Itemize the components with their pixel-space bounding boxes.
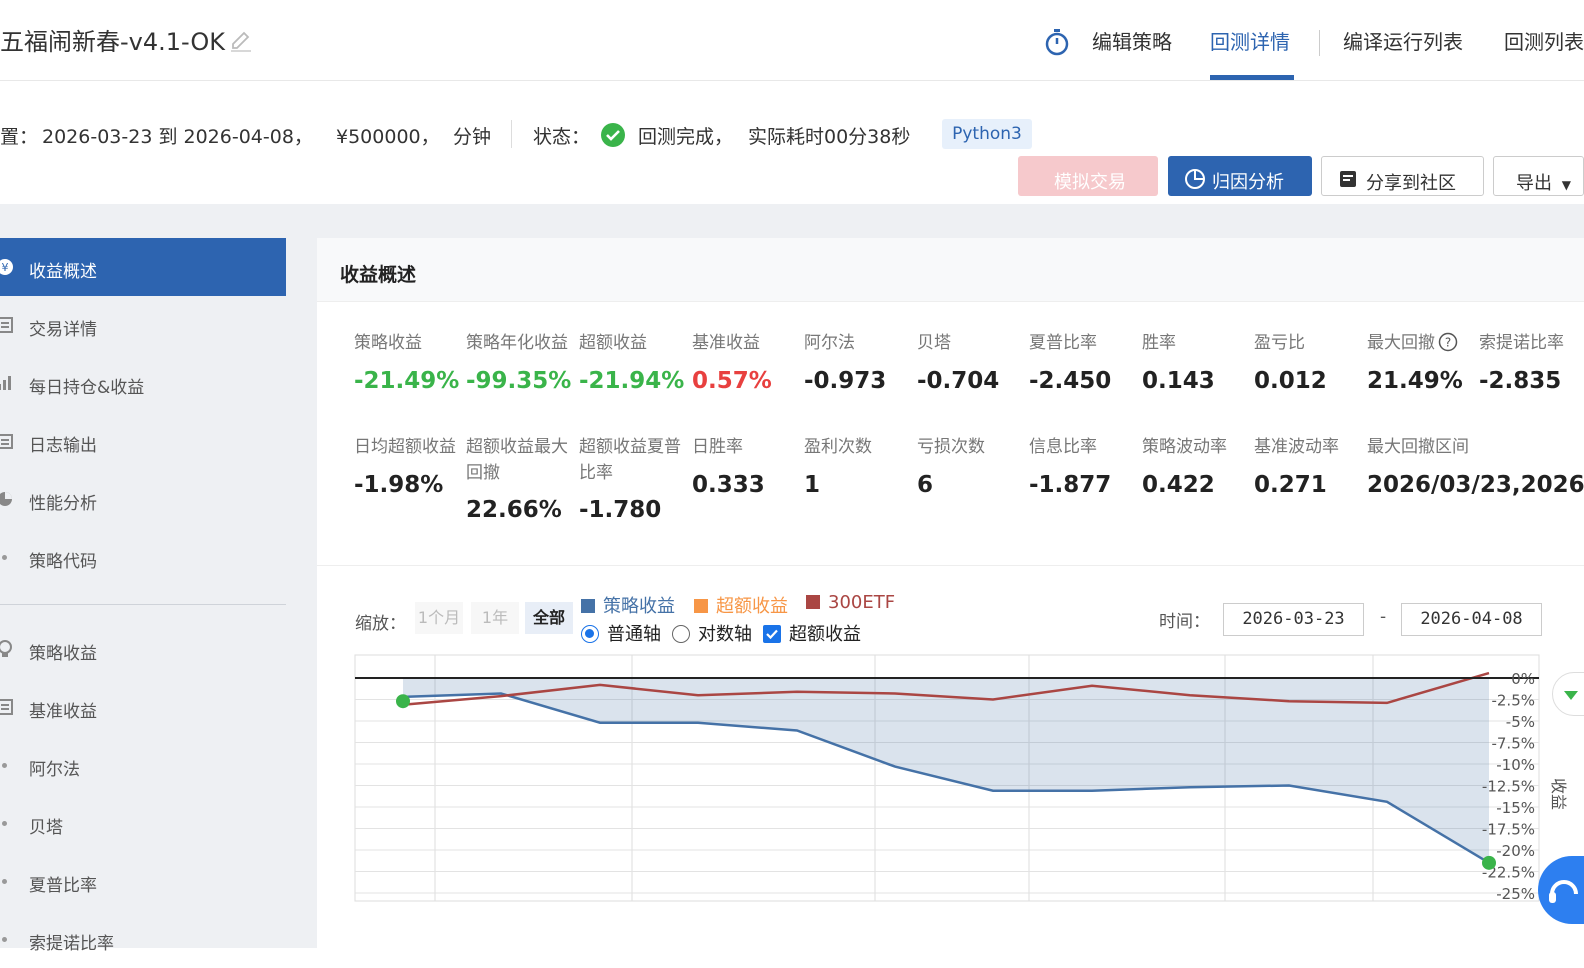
list-icon (0, 317, 13, 333)
share-label: 分享到社区 (1366, 173, 1456, 194)
y-tick-label: -5% (1506, 713, 1535, 731)
sidebar-item-log-output[interactable]: 日志输出 (0, 412, 286, 470)
backtest-config-row: 置： 2026-03-23 到 2026-04-08， ¥500000， 分钟 … (0, 82, 1584, 204)
yen-icon: ¥ (0, 259, 13, 275)
bullet-icon (2, 879, 7, 884)
calendar-icon (0, 434, 13, 449)
sidebar-item-label: 日志输出 (29, 436, 97, 456)
bulb-icon (0, 640, 12, 657)
y-tick-label: -17.5% (1482, 821, 1535, 839)
overview-panel: 收益概述 策略收益 -21.49% 策略年化收益 -99.35% 超额收益 -2… (317, 238, 1584, 948)
end-point-marker (1482, 855, 1496, 870)
sidebar-item-code[interactable]: 策略代码 (0, 528, 286, 586)
config-capital: ¥500000， (336, 126, 440, 148)
sidebar-item-performance[interactable]: 性能分析 (0, 470, 286, 528)
pie-chart-icon (0, 492, 12, 506)
headset-icon (1549, 880, 1578, 903)
sidebar-item-label: 策略收益 (29, 644, 97, 664)
return-chart: 0% -2.5% -5% -7.5% -10% -12.5% -15% -17.5% -20% -… (354, 654, 1568, 903)
sidebar-item-label: 基准收益 (29, 702, 97, 722)
tab-backtest-list[interactable]: 回测列表 (1504, 26, 1584, 55)
sidebar-item-benchmark-return[interactable]: 基准收益 (0, 678, 286, 736)
y-tick-label: 0% (1511, 670, 1535, 688)
stopwatch-icon (1045, 29, 1069, 56)
bullet-icon (2, 937, 7, 942)
sidebar-item-daily-position[interactable]: 每日持仓&收益 (0, 354, 286, 412)
y-axis-title: 收益 (1549, 778, 1568, 810)
sidebar-item-alpha[interactable]: 阿尔法 (0, 736, 286, 794)
excess-area (403, 678, 1489, 863)
y-tick-label: -15% (1496, 799, 1535, 817)
sim-trade-button[interactable]: 模拟交易 (1018, 156, 1158, 196)
config-prefix: 置： (0, 126, 39, 148)
strategy-title: 五福闹新春-v4.1-OK (0, 28, 225, 56)
active-tab-indicator (1210, 75, 1294, 80)
chevron-down-icon: ▼ (1561, 178, 1571, 192)
status-text: 回测完成， (638, 126, 734, 148)
attribution-label: 归因分析 (1212, 172, 1284, 193)
check-circle-icon (601, 123, 625, 147)
y-tick-label: -2.5% (1491, 692, 1535, 710)
tab-compile-list[interactable]: 编译运行列表 (1343, 26, 1463, 55)
y-tick-label: -25% (1496, 885, 1535, 903)
config-frequency: 分钟 (453, 126, 492, 148)
language-badge: Python3 (942, 119, 1032, 149)
attribution-button[interactable]: 归因分析 (1168, 156, 1312, 196)
pie-chart-icon (1185, 169, 1205, 189)
sidebar-item-label: 每日持仓&收益 (29, 378, 145, 398)
sidebar-item-beta[interactable]: 贝塔 (0, 794, 286, 852)
sidebar-item-label: 索提诺比率 (29, 934, 114, 954)
list-icon (0, 699, 13, 715)
start-point-marker (396, 694, 410, 709)
bullet-icon (2, 821, 7, 826)
sidebar-item-trade-detail[interactable]: 交易详情 (0, 296, 286, 354)
nav-separator (1319, 30, 1320, 56)
svg-text:¥: ¥ (2, 261, 9, 274)
sim-trade-label: 模拟交易 (1054, 172, 1126, 193)
bullet-icon (2, 555, 7, 560)
bar-chart-icon (0, 376, 11, 390)
bullet-icon (2, 763, 7, 768)
config-separator (511, 120, 512, 148)
status-label: 状态： (533, 126, 591, 148)
sidebar-nav: ¥ 收益概述 交易详情 每日持仓&收益 日志输出 性能分析 策略代码 策略收益 … (0, 238, 286, 954)
sidebar-item-strategy-return[interactable]: 策略收益 (0, 620, 286, 678)
config-date-range: 2026-03-23 到 2026-04-08， (42, 126, 313, 148)
sidebar-item-label: 策略代码 (29, 552, 97, 572)
y-tick-label: -20% (1496, 842, 1535, 860)
y-tick-label: -7.5% (1491, 735, 1535, 753)
sidebar-item-label: 贝塔 (29, 818, 63, 838)
sidebar-item-overview[interactable]: ¥ 收益概述 (0, 238, 286, 296)
sidebar-item-label: 收益概述 (29, 262, 97, 282)
triangle-down-icon (1564, 691, 1578, 700)
sidebar-item-sharpe[interactable]: 夏普比率 (0, 852, 286, 910)
sidebar-divider (0, 604, 286, 605)
y-tick-label: -12.5% (1482, 778, 1535, 796)
sidebar-item-sortino[interactable]: 索提诺比率 (0, 910, 286, 968)
elapsed-time: 实际耗时00分38秒 (748, 126, 911, 148)
export-label: 导出 (1516, 173, 1552, 194)
sidebar-item-label: 交易详情 (29, 320, 97, 340)
top-header: 五福闹新春-v4.1-OK 编辑策略 回测详情 编译运行列表 回测列表 (0, 0, 1584, 81)
share-community-button[interactable]: 分享到社区 (1321, 156, 1484, 196)
edit-icon[interactable] (228, 28, 254, 54)
sidebar-item-label: 夏普比率 (29, 876, 97, 896)
sidebar-item-label: 阿尔法 (29, 760, 80, 780)
export-button[interactable]: 导出 ▼ (1493, 156, 1584, 196)
tab-backtest-detail[interactable]: 回测详情 (1210, 26, 1290, 55)
community-icon (1340, 171, 1356, 187)
sidebar-item-label: 性能分析 (29, 494, 97, 514)
tab-edit-strategy[interactable]: 编辑策略 (1092, 26, 1172, 55)
y-tick-label: -10% (1496, 756, 1535, 774)
